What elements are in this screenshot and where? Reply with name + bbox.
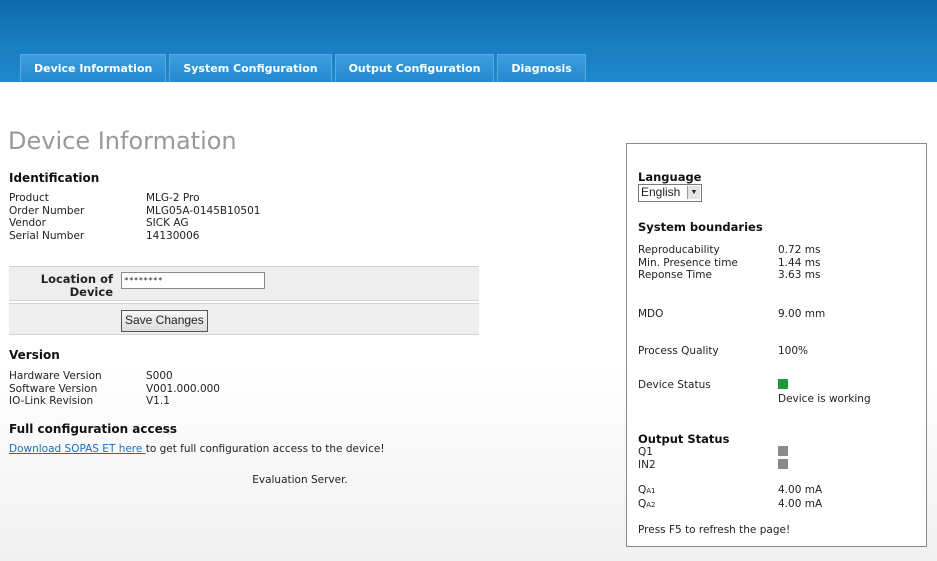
- system-boundaries-heading: System boundaries: [638, 220, 763, 234]
- qa2-sub: A2: [646, 500, 656, 509]
- location-row: Location of Device ********: [9, 266, 479, 301]
- qa1-value: 4.00 mA: [778, 484, 823, 496]
- analog-output-list: QA1 4.00 mA QA2 4.00 mA: [638, 484, 822, 511]
- mdo-row: MDO 9.00 mm: [638, 308, 825, 321]
- product-value: MLG-2 Pro: [146, 192, 200, 204]
- device-status-value: Device is working: [778, 392, 871, 405]
- reproducability-label: Reproducability: [638, 244, 720, 256]
- output-status-list: Q1 IN2: [638, 446, 788, 471]
- download-sopas-link[interactable]: Download SOPAS ET here: [9, 443, 146, 455]
- process-quality-row: Process Quality 100%: [638, 345, 808, 358]
- refresh-hint: Press F5 to refresh the page!: [638, 524, 791, 536]
- hardware-version-value: S000: [146, 370, 173, 382]
- save-changes-button[interactable]: Save Changes: [121, 310, 208, 332]
- mdo-label: MDO: [638, 308, 664, 320]
- min-presence-time-value: 1.44 ms: [778, 256, 821, 269]
- output-status-heading: Output Status: [638, 432, 730, 446]
- response-time-value: 3.63 ms: [778, 269, 821, 281]
- order-number-value: MLG05A-0145B10501: [146, 204, 261, 217]
- order-number-label: Order Number: [9, 204, 85, 217]
- serial-number-value: 14130006: [146, 229, 200, 242]
- qa1-label: QA1: [638, 484, 778, 498]
- product-label: Product: [9, 192, 49, 204]
- language-value: English: [641, 185, 681, 199]
- full-access-description: to get full configuration access to the …: [145, 443, 385, 455]
- output-q1-label: Q1: [638, 446, 653, 458]
- serial-number-label: Serial Number: [9, 229, 85, 242]
- header-bar: Device Information System Configuration …: [0, 0, 937, 82]
- io-link-revision-label: IO-Link Revision: [9, 395, 94, 407]
- reproducability-value: 0.72 ms: [778, 244, 821, 256]
- location-label-line2: Device: [69, 285, 113, 299]
- page-title: Device Information: [8, 127, 237, 155]
- location-label: Location of Device: [9, 273, 113, 299]
- tab-diagnosis[interactable]: Diagnosis: [497, 54, 586, 82]
- identification-heading: Identification: [9, 171, 100, 185]
- system-boundaries-list: Reproducability 0.72 ms Min. Presence tim…: [638, 244, 820, 282]
- tab-output-configuration[interactable]: Output Configuration: [334, 54, 495, 82]
- location-input[interactable]: ********: [121, 272, 265, 289]
- evaluation-server-text: Evaluation Server.: [252, 474, 348, 486]
- hardware-version-label: Hardware Version: [9, 370, 102, 382]
- language-heading: Language: [638, 170, 702, 184]
- version-list: Hardware Version S000 Software Version V00…: [9, 370, 220, 408]
- qa2-label: QA2: [638, 498, 778, 512]
- full-access-text: Download SOPAS ET here to get full confi…: [9, 443, 385, 455]
- output-in2-label: IN2: [638, 458, 656, 471]
- process-quality-label: Process Quality: [638, 345, 719, 357]
- version-heading: Version: [9, 348, 60, 362]
- mdo-value: 9.00 mm: [778, 308, 826, 320]
- main-tabs: Device Information System Configuration …: [20, 54, 589, 82]
- output-q1-indicator: [778, 446, 788, 456]
- tab-device-information[interactable]: Device Information: [20, 54, 167, 82]
- qa2-value: 4.00 mA: [778, 497, 823, 510]
- identification-list: Product MLG-2 Pro Order Number MLG05A-0145…: [9, 192, 260, 242]
- process-quality-value: 100%: [778, 345, 809, 357]
- output-in2-indicator: [778, 458, 788, 469]
- language-select[interactable]: English ▼: [638, 184, 702, 202]
- software-version-label: Software Version: [9, 382, 98, 395]
- response-time-label: Reponse Time: [638, 269, 712, 281]
- io-link-revision-value: V1.1: [146, 395, 170, 407]
- chevron-down-icon: ▼: [687, 186, 700, 199]
- vendor-label: Vendor: [9, 217, 46, 229]
- vendor-value: SICK AG: [146, 217, 189, 229]
- full-access-heading: Full configuration access: [9, 422, 178, 436]
- software-version-value: V001.000.000: [146, 382, 220, 395]
- status-ok-indicator: [778, 379, 788, 389]
- qa1-sub: A1: [646, 487, 656, 495]
- tab-system-configuration[interactable]: System Configuration: [169, 54, 332, 82]
- save-row: Save Changes: [9, 303, 479, 335]
- device-status-label: Device Status: [638, 379, 711, 391]
- status-panel: Language English ▼ System boundaries Rep…: [626, 143, 927, 547]
- device-status-row: Device Status Device is working: [638, 379, 871, 405]
- min-presence-time-label: Min. Presence time: [638, 256, 738, 269]
